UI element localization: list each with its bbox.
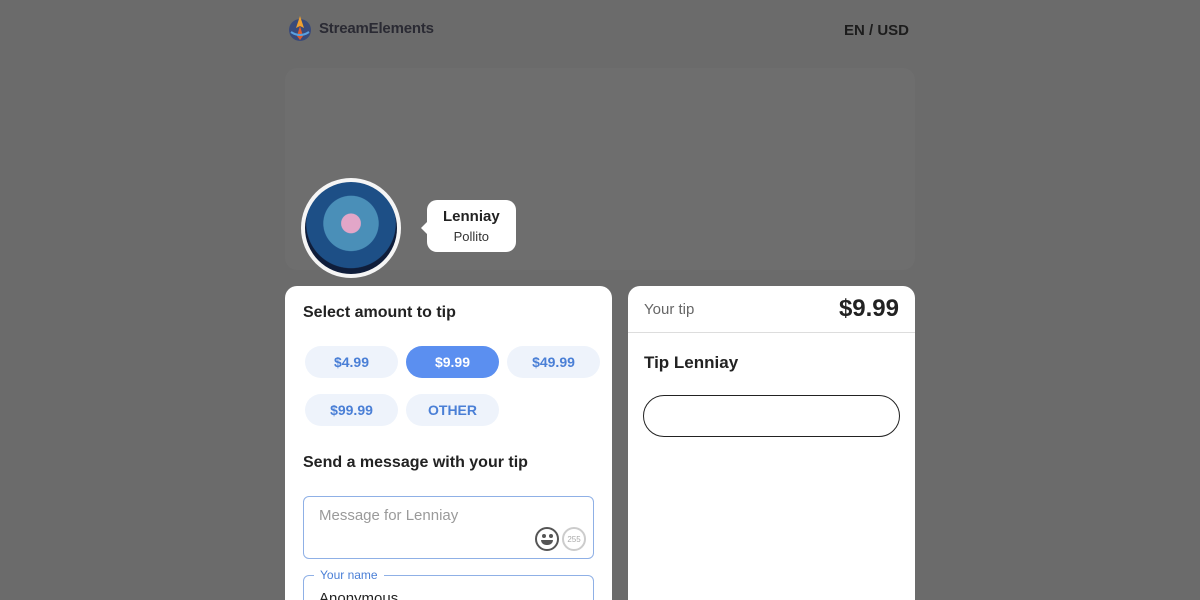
your-tip-label: Your tip: [644, 300, 695, 318]
streamer-name: Lenniay: [443, 208, 500, 225]
logo-text: StreamElements: [319, 19, 434, 37]
profile-name-bubble: Lenniay Pollito: [421, 200, 516, 252]
tip-summary-header: Your tip $9.99: [628, 286, 915, 333]
tip-form-card: Select amount to tip $4.99 $9.99 $49.99 …: [285, 286, 612, 600]
amount-button[interactable]: $99.99: [305, 394, 398, 426]
tip-recipient-title: Tip Lenniay: [644, 353, 739, 372]
name-field-label: Your name: [314, 568, 384, 582]
top-bar: StreamElements EN / USD: [285, 12, 915, 48]
tip-action-field[interactable]: [643, 395, 900, 437]
message-title: Send a message with your tip: [303, 454, 528, 471]
avatar: [301, 178, 401, 278]
amount-button[interactable]: $4.99: [305, 346, 398, 378]
streamer-subtitle: Pollito: [453, 229, 490, 244]
tip-summary-card: Your tip $9.99 Tip Lenniay: [628, 286, 915, 600]
char-counter: 255: [562, 527, 586, 551]
amount-button-selected[interactable]: $9.99: [406, 346, 499, 378]
message-input[interactable]: Message for Lenniay 255: [303, 496, 594, 559]
locale-switcher[interactable]: EN / USD: [844, 22, 909, 39]
select-amount-title: Select amount to tip: [303, 304, 456, 321]
emoji-icon[interactable]: [535, 527, 559, 551]
tip-amount: $9.99: [838, 295, 899, 322]
name-field-value: Anonymous: [319, 590, 399, 600]
amount-options: $4.99 $9.99 $49.99 $99.99 OTHER: [305, 346, 600, 426]
message-placeholder: Message for Lenniay: [319, 507, 459, 524]
profile-banner: Lenniay Pollito: [285, 68, 915, 278]
amount-button[interactable]: $49.99: [507, 346, 600, 378]
logo[interactable]: StreamElements: [287, 14, 434, 42]
logo-icon: [289, 16, 311, 41]
other-amount-button[interactable]: OTHER: [406, 394, 499, 426]
name-field[interactable]: Your name Anonymous: [303, 568, 594, 600]
